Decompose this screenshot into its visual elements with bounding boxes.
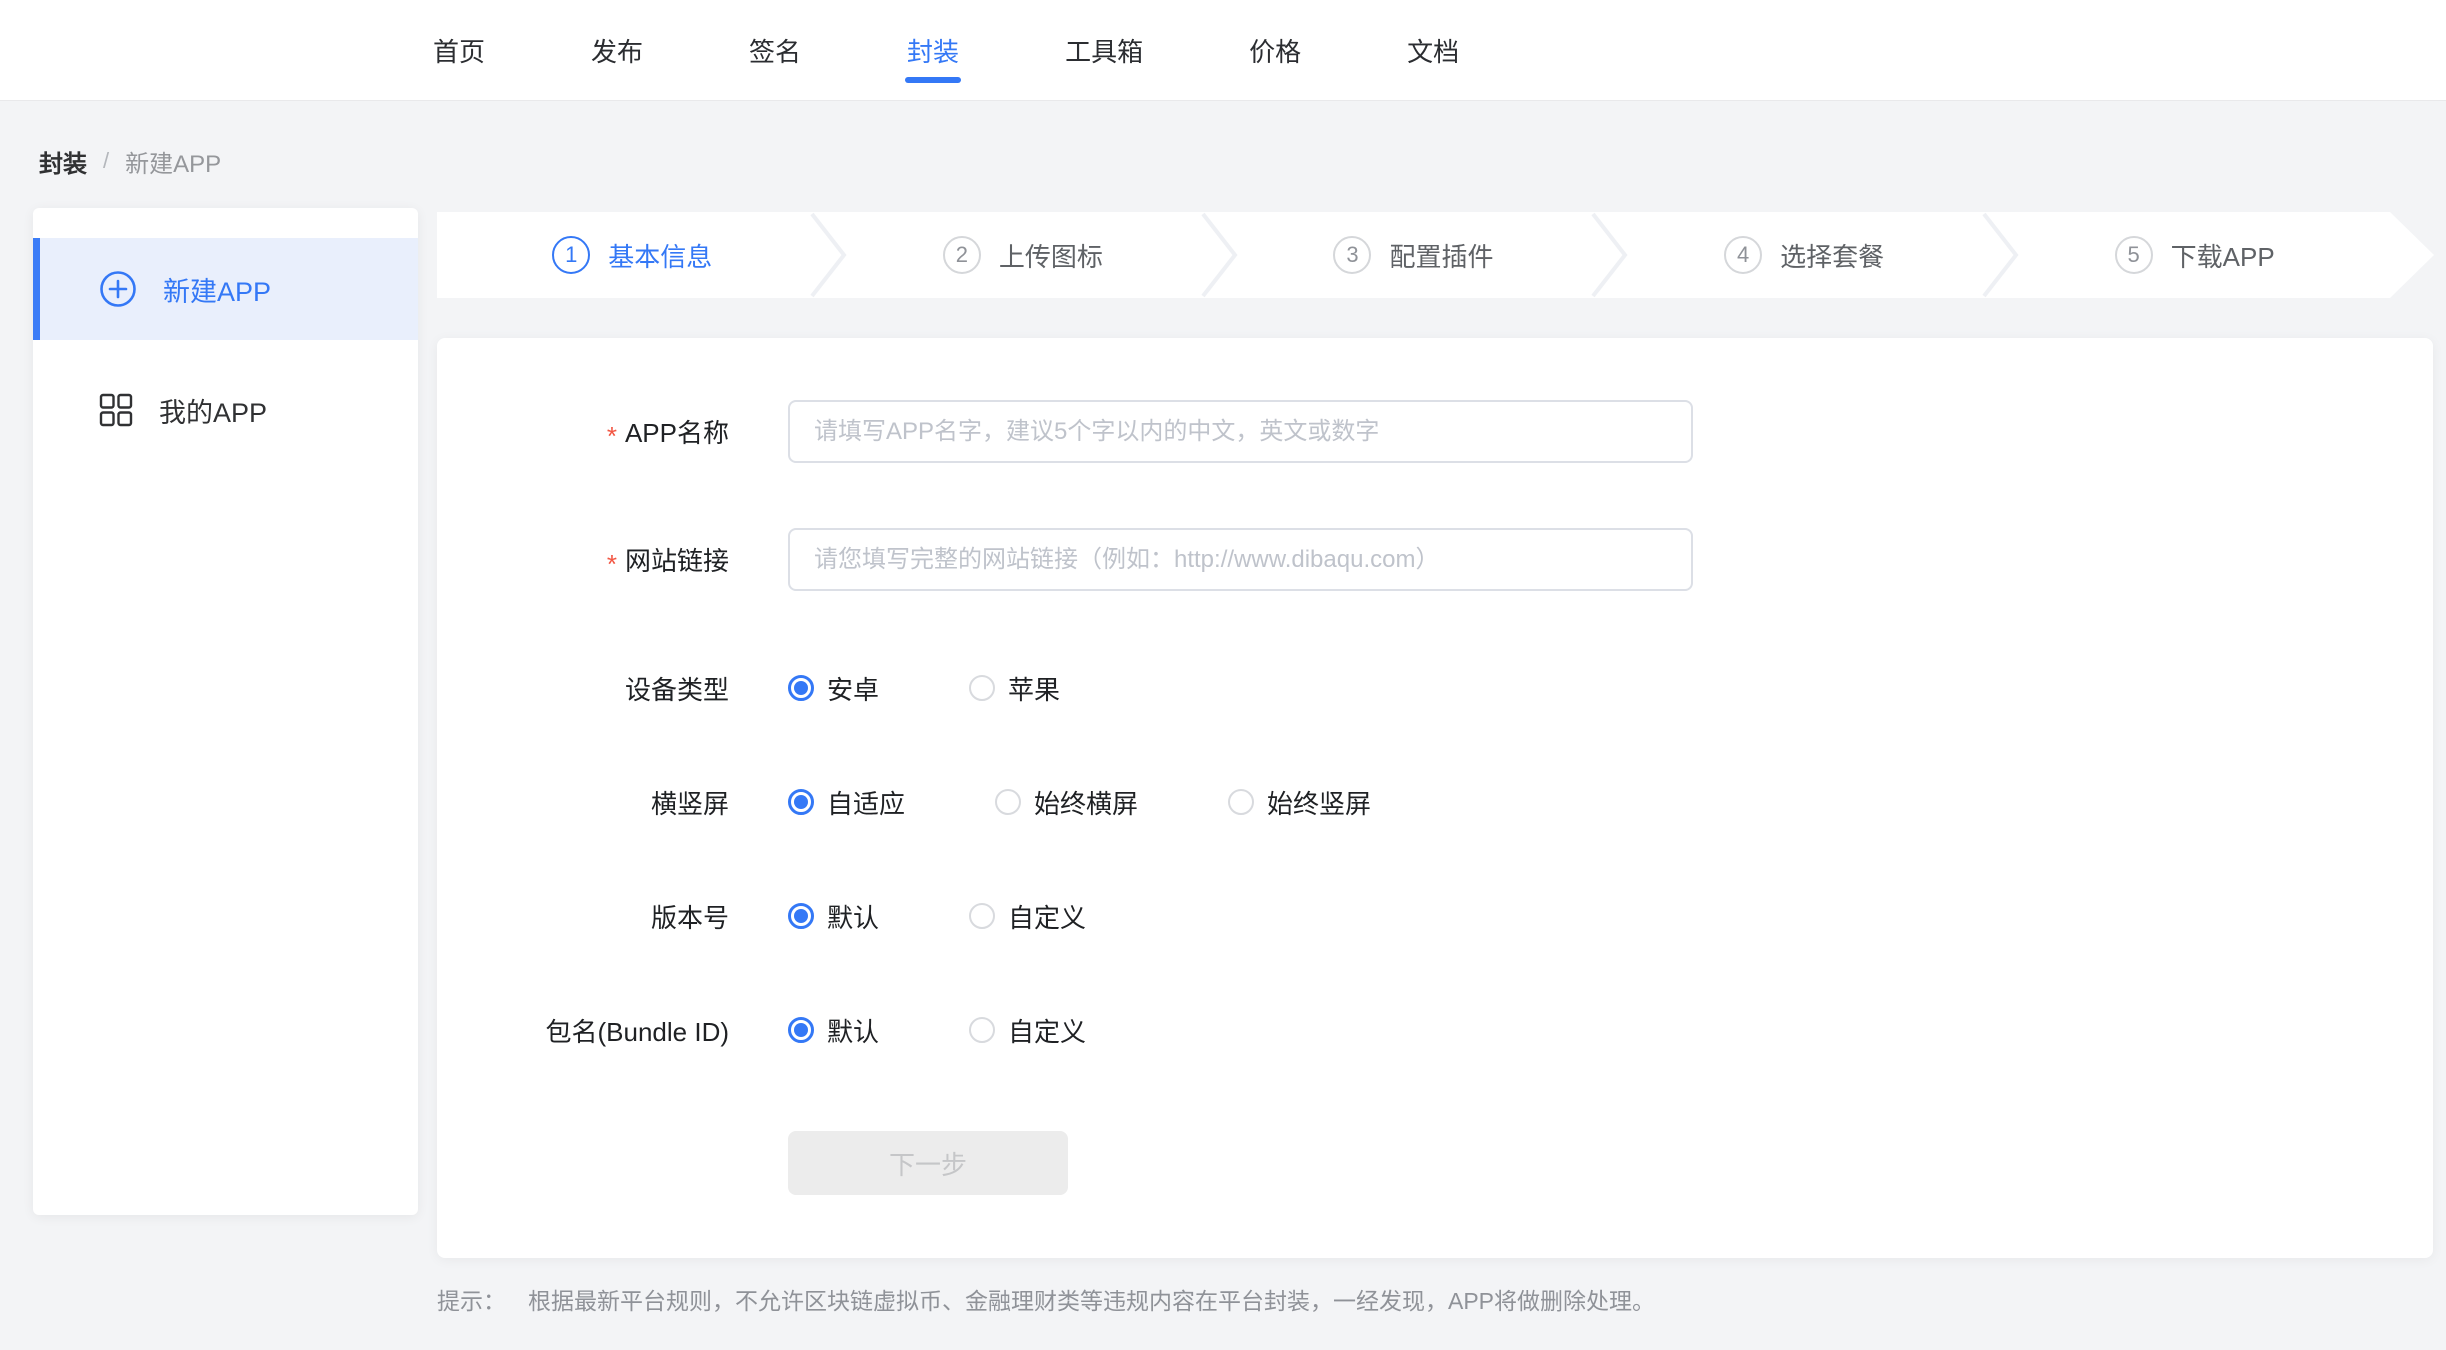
nav-item-docs[interactable]: 文档 [1407,0,1459,100]
breadcrumb: 封装 / 新建APP [39,143,221,179]
bundle-id-label: 包名(Bundle ID) [437,1012,729,1049]
breadcrumb-root[interactable]: 封装 [39,144,87,179]
radio-selected-icon [788,903,814,929]
form-row-submit: 下一步 [437,1131,2433,1195]
sidebar-item-my-apps[interactable]: 我的APP [33,370,418,450]
radio-version-default[interactable]: 默认 [788,898,879,935]
sidebar-item-label: 新建APP [163,270,271,309]
orientation-radio-group: 自适应 始终横屏 始终竖屏 [788,784,1371,821]
form-row-device-type: 设备类型 安卓 苹果 [437,673,2433,703]
version-radio-group: 默认 自定义 [788,898,1086,935]
radio-unselected-icon [995,789,1021,815]
step-label: 基本信息 [608,237,712,274]
step-number-badge: 4 [1724,236,1762,274]
radio-bundle-default[interactable]: 默认 [788,1012,879,1049]
tip-prefix: 提示： [437,1282,506,1316]
platform-rule-tip: 提示： 根据最新平台规则，不允许区块链虚拟币、金融理财类等违规内容在平台封装，一… [437,1282,2433,1316]
radio-ios[interactable]: 苹果 [969,670,1060,707]
sidebar-item-new-app[interactable]: 新建APP [33,238,418,340]
radio-adaptive[interactable]: 自适应 [788,784,905,821]
site-url-label: * 网站链接 [437,541,729,578]
chevron-right-icon [806,212,850,298]
radio-unselected-icon [969,1017,995,1043]
form-row-bundle-id: 包名(Bundle ID) 默认 自定义 [437,1015,2433,1045]
radio-always-portrait[interactable]: 始终竖屏 [1228,784,1371,821]
app-name-input[interactable] [788,400,1693,463]
device-type-radio-group: 安卓 苹果 [788,670,1060,707]
device-type-label: 设备类型 [437,670,729,707]
active-tab-underline [905,77,961,83]
step-number-badge: 2 [943,236,981,274]
required-asterisk: * [607,543,617,577]
nav-item-sign[interactable]: 签名 [749,0,801,100]
bundle-id-radio-group: 默认 自定义 [788,1012,1086,1049]
step-label: 选择套餐 [1780,237,1884,274]
wizard-step-download-app: 5 下载APP [1999,212,2390,298]
new-app-form-card: * APP名称 * 网站链接 设备类型 [437,338,2433,1258]
breadcrumb-separator: / [103,148,109,174]
step-wizard-bar: 1 基本信息 2 上传图标 3 配置插件 4 选择套餐 5 下载APP [437,212,2390,298]
sidebar-item-label: 我的APP [159,391,267,430]
main-content: 1 基本信息 2 上传图标 3 配置插件 4 选择套餐 5 下载APP [437,212,2433,298]
radio-bundle-custom[interactable]: 自定义 [969,1012,1086,1049]
form-row-version: 版本号 默认 自定义 [437,901,2433,931]
step-wizard: 1 基本信息 2 上传图标 3 配置插件 4 选择套餐 5 下载APP [437,212,2433,298]
version-label: 版本号 [437,898,729,935]
next-step-button[interactable]: 下一步 [788,1131,1068,1195]
chevron-right-icon [1587,212,1631,298]
radio-unselected-icon [969,675,995,701]
radio-selected-icon [788,1017,814,1043]
wizard-arrow-cap [2390,212,2434,298]
nav-item-toolbox[interactable]: 工具箱 [1065,0,1143,100]
wizard-step-basic-info: 1 基本信息 [437,212,828,298]
step-label: 配置插件 [1389,237,1493,274]
wizard-step-upload-icon: 2 上传图标 [828,212,1219,298]
nav-item-home[interactable]: 首页 [433,0,485,100]
orientation-label: 横竖屏 [437,784,729,821]
nav-item-package-label: 封装 [907,32,959,69]
wizard-step-configure-plugins: 3 配置插件 [1218,212,1609,298]
page: 首页 发布 签名 封装 工具箱 价格 文档 封装 / 新建APP 新建AP [0,0,2446,1350]
radio-unselected-icon [969,903,995,929]
sidebar: 新建APP 我的APP [33,208,418,1215]
step-label: 下载APP [2171,237,2275,274]
radio-selected-icon [788,789,814,815]
plus-circle-icon [99,270,137,308]
nav-item-package[interactable]: 封装 [907,0,959,100]
radio-selected-icon [788,675,814,701]
form-row-app-name: * APP名称 [437,400,2433,463]
step-number-badge: 1 [552,236,590,274]
site-url-input[interactable] [788,528,1693,591]
radio-unselected-icon [1228,789,1254,815]
top-navbar: 首页 发布 签名 封装 工具箱 价格 文档 [0,0,2446,101]
form-row-orientation: 横竖屏 自适应 始终横屏 始终竖屏 [437,787,2433,817]
grid-icon [99,393,133,427]
form-row-site-url: * 网站链接 [437,528,2433,591]
step-number-badge: 3 [1333,236,1371,274]
wizard-step-choose-plan: 4 选择套餐 [1609,212,2000,298]
breadcrumb-current: 新建APP [125,144,221,179]
tip-text: 根据最新平台规则，不允许区块链虚拟币、金融理财类等违规内容在平台封装，一经发现，… [528,1282,1655,1316]
required-asterisk: * [607,415,617,449]
app-name-label: * APP名称 [437,413,729,450]
radio-always-landscape[interactable]: 始终横屏 [995,784,1138,821]
step-number-badge: 5 [2115,236,2153,274]
nav-item-publish[interactable]: 发布 [591,0,643,100]
radio-version-custom[interactable]: 自定义 [969,898,1086,935]
nav-item-pricing[interactable]: 价格 [1249,0,1301,100]
radio-android[interactable]: 安卓 [788,670,879,707]
step-label: 上传图标 [999,237,1103,274]
chevron-right-icon [1197,212,1241,298]
main-nav: 首页 发布 签名 封装 工具箱 价格 文档 [0,0,2446,100]
chevron-right-icon [1978,212,2022,298]
